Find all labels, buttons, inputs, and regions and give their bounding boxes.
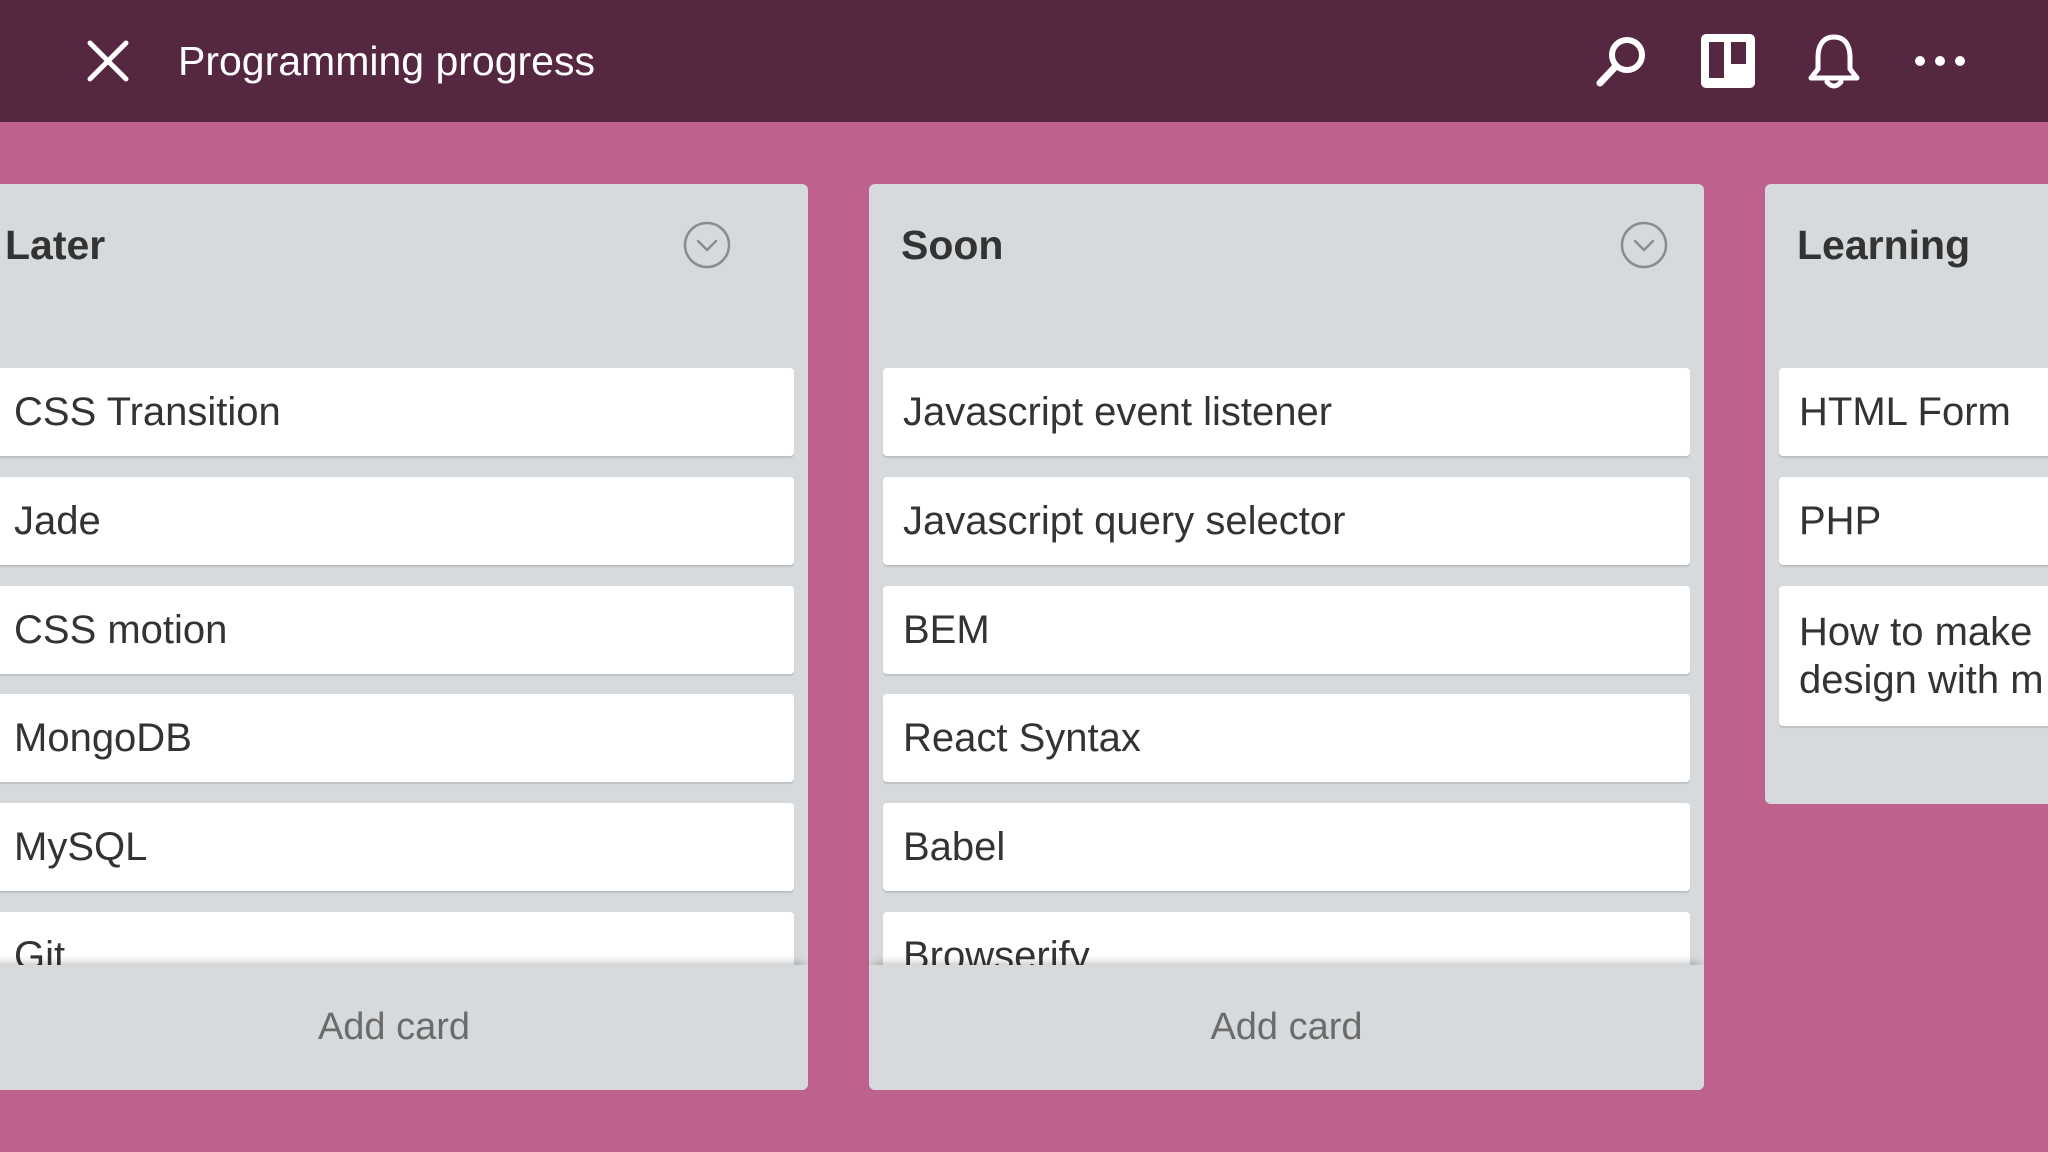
list-learning: Learning HTML Form PHP How to make desig… (1765, 184, 2048, 804)
card-title: MongoDB (14, 715, 192, 760)
more-button[interactable] (1904, 25, 1976, 97)
board-view-button[interactable] (1692, 25, 1764, 97)
card-title: Javascript event listener (903, 389, 1333, 434)
search-icon (1596, 37, 1645, 87)
card[interactable]: Javascript event listener (883, 368, 1690, 456)
card[interactable]: Javascript query selector (883, 477, 1690, 565)
card[interactable]: PHP (1779, 477, 2048, 565)
list-menu-button[interactable] (682, 220, 732, 270)
card-title: Javascript query selector (903, 498, 1346, 543)
card[interactable]: Jade (0, 477, 794, 565)
list-soon: Soon Javascript event listener Javascrip… (869, 184, 1704, 1090)
card[interactable]: CSS Transition (0, 368, 794, 456)
card[interactable]: CSS motion (0, 586, 794, 674)
list-header: Soon (869, 184, 1704, 312)
card[interactable]: BEM (883, 586, 1690, 674)
list-title[interactable]: Soon (901, 184, 1003, 306)
card-title: React Syntax (903, 715, 1141, 760)
close-icon (87, 40, 129, 82)
card-title: PHP (1799, 499, 1882, 543)
list-later: Later CSS Transition Jade CSS motion Mon… (0, 184, 808, 1090)
card-title: Babel (903, 824, 1006, 869)
add-card-button[interactable]: Add card (869, 965, 1704, 1090)
card-title: How to make design with m (1799, 610, 2044, 702)
list-header: Later (0, 184, 808, 312)
card[interactable]: React Syntax (883, 694, 1690, 782)
list-header: Learning (1765, 184, 2048, 312)
board-title: Programming progress (178, 38, 595, 84)
list-title[interactable]: Later (5, 184, 105, 306)
list-title[interactable]: Learning (1797, 184, 1970, 306)
add-card-button[interactable]: Add card (0, 965, 808, 1090)
list-footer: Add card (0, 965, 808, 1090)
card[interactable]: How to make design with m (1779, 586, 2048, 726)
card[interactable]: Babel (883, 803, 1690, 891)
card-title: CSS motion (14, 607, 228, 652)
notifications-button[interactable] (1798, 25, 1870, 97)
card-list: HTML Form PHP How to make design with m (1765, 314, 2048, 804)
card[interactable]: HTML Form (1779, 368, 2048, 456)
list-footer: Add card (869, 965, 1704, 1090)
card[interactable]: MongoDB (0, 694, 794, 782)
chevron-down-circle-icon (683, 221, 731, 269)
chevron-down-circle-icon (1620, 221, 1668, 269)
top-bar: Programming progress (0, 0, 2048, 122)
bell-icon (1808, 34, 1860, 89)
card-title: HTML Form (1799, 390, 2011, 434)
card-title: BEM (903, 607, 990, 652)
card-title: MySQL (14, 824, 148, 869)
close-button[interactable] (72, 25, 144, 97)
card-title: Jade (14, 498, 101, 543)
more-icon (1915, 56, 1965, 66)
card-title: CSS Transition (14, 389, 281, 434)
list-menu-button[interactable] (1619, 220, 1669, 270)
board-icon (1701, 34, 1755, 88)
search-button[interactable] (1586, 25, 1658, 97)
card[interactable]: MySQL (0, 803, 794, 891)
